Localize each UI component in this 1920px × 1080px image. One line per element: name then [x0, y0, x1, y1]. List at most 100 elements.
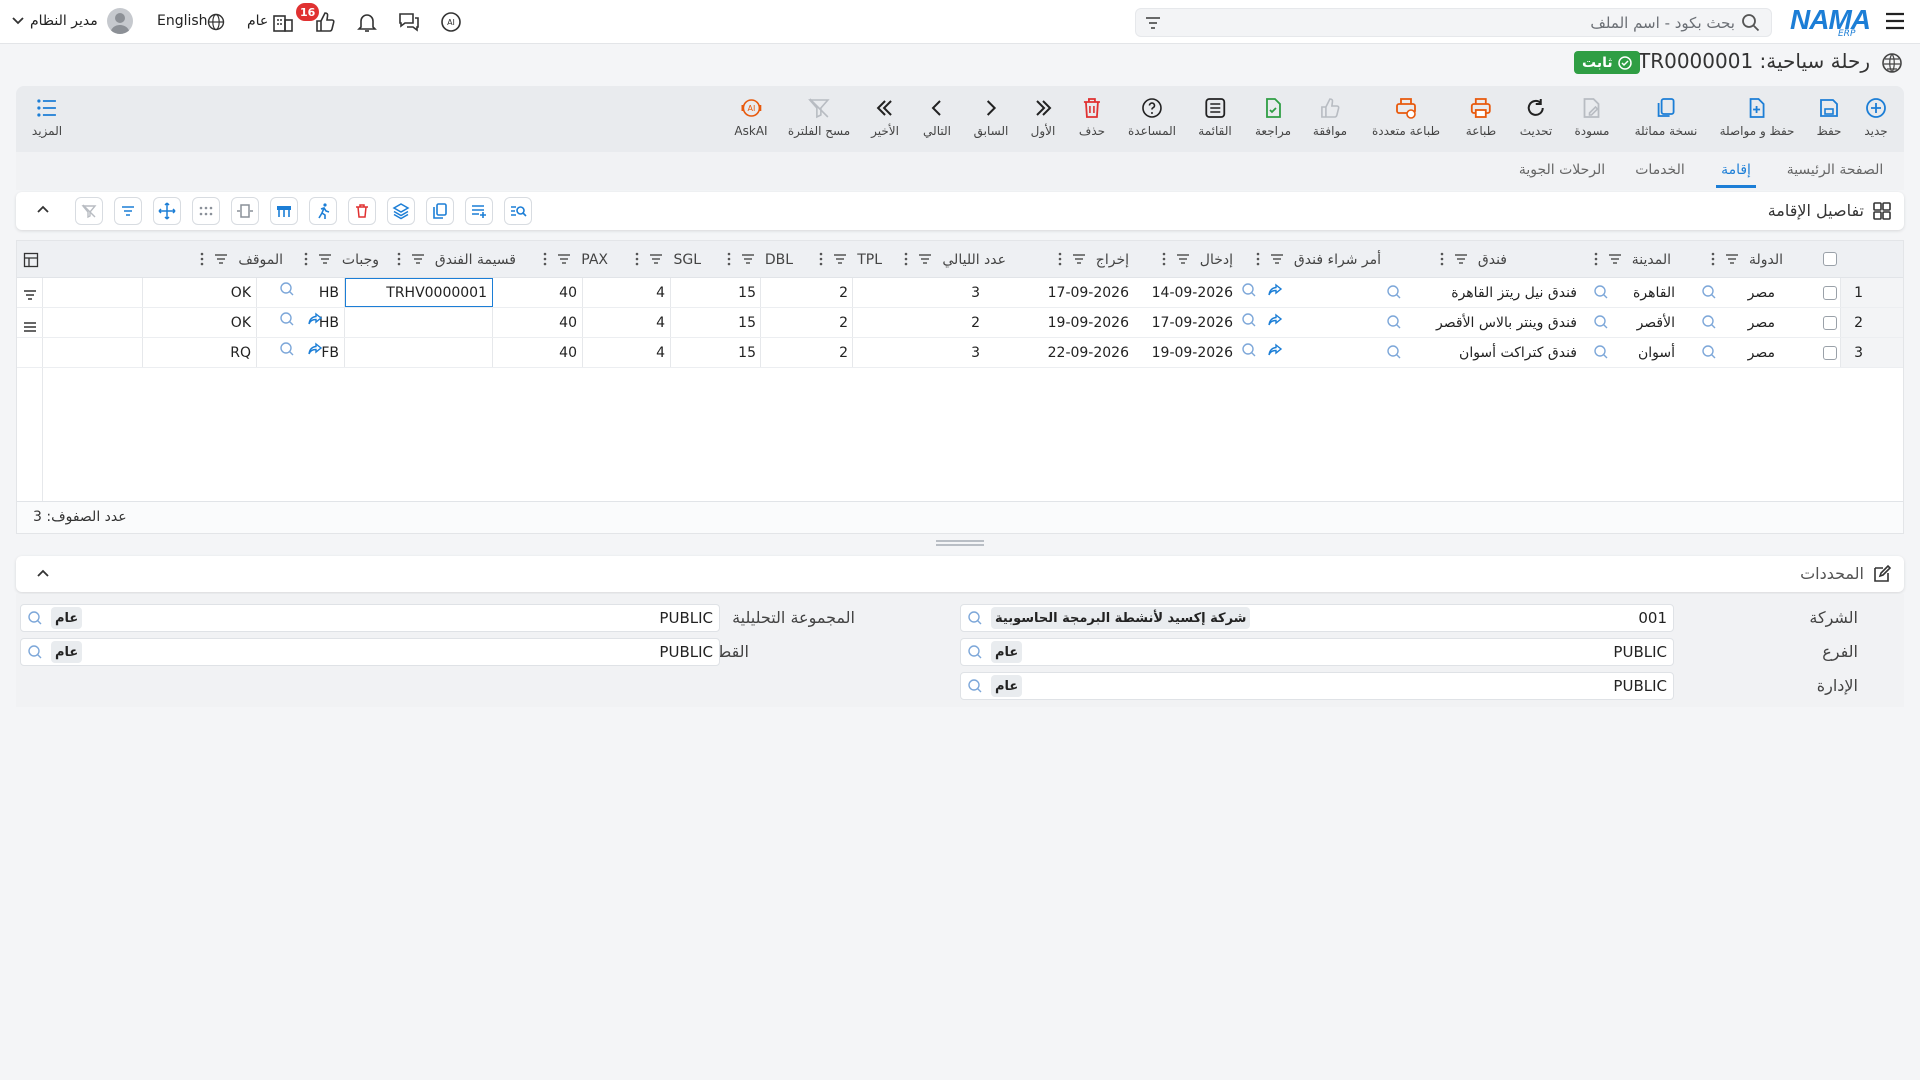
column-filter-icon[interactable]: [557, 253, 571, 265]
bell-icon[interactable]: [354, 9, 380, 35]
column-menu-icon[interactable]: [543, 252, 547, 266]
list-button[interactable]: القائمة: [1198, 96, 1232, 138]
sgl-cell[interactable]: 4: [656, 338, 665, 367]
search-icon[interactable]: [1386, 314, 1402, 330]
column-header-po[interactable]: أمر شراء فندق: [1256, 241, 1381, 278]
delete-button[interactable]: حذف: [1079, 96, 1105, 138]
column-filter-icon[interactable]: [1454, 253, 1468, 265]
column-filter-icon[interactable]: [1725, 253, 1739, 265]
hotel-cell[interactable]: فندق كتراكت أسوان: [1459, 338, 1577, 367]
previous-button[interactable]: السابق: [974, 96, 1008, 138]
search-icon[interactable]: [1241, 342, 1257, 358]
dbl-cell[interactable]: 15: [738, 308, 756, 337]
refresh-button[interactable]: تحديث: [1520, 96, 1552, 138]
column-header-country[interactable]: الدولة: [1711, 241, 1783, 278]
column-filter-icon[interactable]: [1176, 253, 1190, 265]
row-checkbox[interactable]: [1823, 286, 1837, 300]
column-header-checkin[interactable]: إدخال: [1162, 241, 1233, 278]
checkout-cell[interactable]: 17-09-2026: [1048, 278, 1129, 307]
tab-accommodation[interactable]: إقامة: [1721, 162, 1751, 178]
company-field[interactable]: 001 شركة إكسيد لأنشطة البرمجة الحاسوبية: [960, 604, 1674, 632]
move-button[interactable]: [153, 197, 181, 225]
search-icon[interactable]: [1593, 344, 1609, 360]
country-cell[interactable]: مصر: [1748, 308, 1775, 337]
save-continue-button[interactable]: حفظ و مواصلة: [1720, 96, 1794, 138]
search-icon[interactable]: [1701, 314, 1717, 330]
row-number[interactable]: 2: [1854, 308, 1863, 337]
column-menu-icon[interactable]: [1711, 252, 1715, 266]
approve-button[interactable]: موافقة: [1313, 96, 1347, 138]
table-settings-button[interactable]: [270, 197, 298, 225]
search-icon[interactable]: [1593, 314, 1609, 330]
status-cell[interactable]: OK: [231, 308, 251, 337]
delete-row-button[interactable]: [348, 197, 376, 225]
search-icon[interactable]: [1593, 284, 1609, 300]
next-button[interactable]: التالي: [923, 96, 951, 138]
avatar[interactable]: [107, 8, 133, 34]
column-header-meals[interactable]: وجبات: [304, 241, 379, 278]
dbl-cell[interactable]: 15: [738, 338, 756, 367]
department-field[interactable]: PUBLIC عام: [960, 672, 1674, 700]
search-icon[interactable]: [1241, 282, 1257, 298]
country-cell[interactable]: مصر: [1748, 338, 1775, 367]
column-header-dbl[interactable]: DBL: [727, 241, 793, 278]
search-icon[interactable]: [279, 281, 295, 297]
checkout-cell[interactable]: 22-09-2026: [1048, 338, 1129, 367]
sector-field[interactable]: PUBLIC عام: [20, 638, 720, 666]
branch-field[interactable]: PUBLIC عام: [960, 638, 1674, 666]
row-number[interactable]: 1: [1854, 278, 1863, 307]
column-menu-icon[interactable]: [1440, 252, 1444, 266]
meals-cell[interactable]: HB: [319, 278, 339, 307]
last-button[interactable]: الأخير: [871, 96, 899, 138]
column-filter-icon[interactable]: [918, 253, 932, 265]
nights-cell[interactable]: 3: [971, 278, 980, 307]
search-input[interactable]: [1215, 13, 1735, 33]
table-row[interactable]: 2 مصر الأقصر فندق وينتر بالاس الأقصر 17-09-2…: [17, 308, 1903, 338]
user-name[interactable]: مدير النظام: [30, 13, 98, 29]
search-box[interactable]: [1135, 8, 1772, 37]
status-cell[interactable]: OK: [231, 278, 251, 307]
share-arrow-icon[interactable]: [307, 311, 323, 327]
column-filter-icon[interactable]: [411, 253, 425, 265]
city-cell[interactable]: أسوان: [1638, 338, 1675, 367]
pax-cell[interactable]: 40: [559, 278, 577, 307]
tpl-cell[interactable]: 2: [839, 338, 848, 367]
search-icon[interactable]: [1241, 312, 1257, 328]
column-header-pax[interactable]: PAX: [543, 241, 608, 278]
save-button[interactable]: حفظ: [1816, 96, 1842, 138]
hotel-cell[interactable]: فندق وينتر بالاس الأقصر: [1436, 308, 1577, 337]
duplicate-button[interactable]: نسخة مماثلة: [1635, 96, 1697, 138]
sgl-cell[interactable]: 4: [656, 278, 665, 307]
collapse-chevron-up-icon[interactable]: [36, 204, 50, 214]
column-filter-icon[interactable]: [741, 253, 755, 265]
checkout-cell[interactable]: 19-09-2026: [1048, 308, 1129, 337]
column-filter-icon[interactable]: [318, 253, 332, 265]
table-row[interactable]: 3 مصر أسوان فندق كتراكت أسوان 19-09-2026 22-0…: [17, 338, 1903, 368]
column-filter-icon[interactable]: [1608, 253, 1622, 265]
clear-filter-button[interactable]: مسح الفلترة: [788, 96, 850, 138]
column-menu-icon[interactable]: [304, 252, 308, 266]
tab-flights[interactable]: الرحلات الجوية: [1519, 162, 1605, 178]
search-icon[interactable]: [1386, 284, 1402, 300]
company-icon[interactable]: [270, 9, 296, 35]
lookup-search-icon[interactable]: [967, 610, 983, 626]
grid-dots-button[interactable]: [192, 197, 220, 225]
column-menu-icon[interactable]: [1162, 252, 1166, 266]
lookup-search-icon[interactable]: [967, 678, 983, 694]
collapse-chevron-up-icon[interactable]: [36, 568, 50, 578]
column-header-sgl[interactable]: SGL: [635, 241, 701, 278]
add-row-button[interactable]: [465, 197, 493, 225]
search-icon[interactable]: [1386, 344, 1402, 360]
lookup-search-icon[interactable]: [967, 644, 983, 660]
chat-icon[interactable]: [396, 9, 422, 35]
ai-assistant-icon[interactable]: AI: [438, 9, 464, 35]
search-icon[interactable]: [279, 311, 295, 327]
panel-resize-handle[interactable]: [936, 540, 984, 546]
app-logo[interactable]: NAMA ERP: [1788, 4, 1871, 39]
copy-row-button[interactable]: [426, 197, 454, 225]
column-header-hotel[interactable]: فندق: [1440, 241, 1507, 278]
column-menu-icon[interactable]: [1058, 252, 1062, 266]
share-arrow-icon[interactable]: [1267, 282, 1283, 298]
checkin-cell[interactable]: 19-09-2026: [1152, 338, 1233, 367]
column-menu-icon[interactable]: [1256, 252, 1260, 266]
